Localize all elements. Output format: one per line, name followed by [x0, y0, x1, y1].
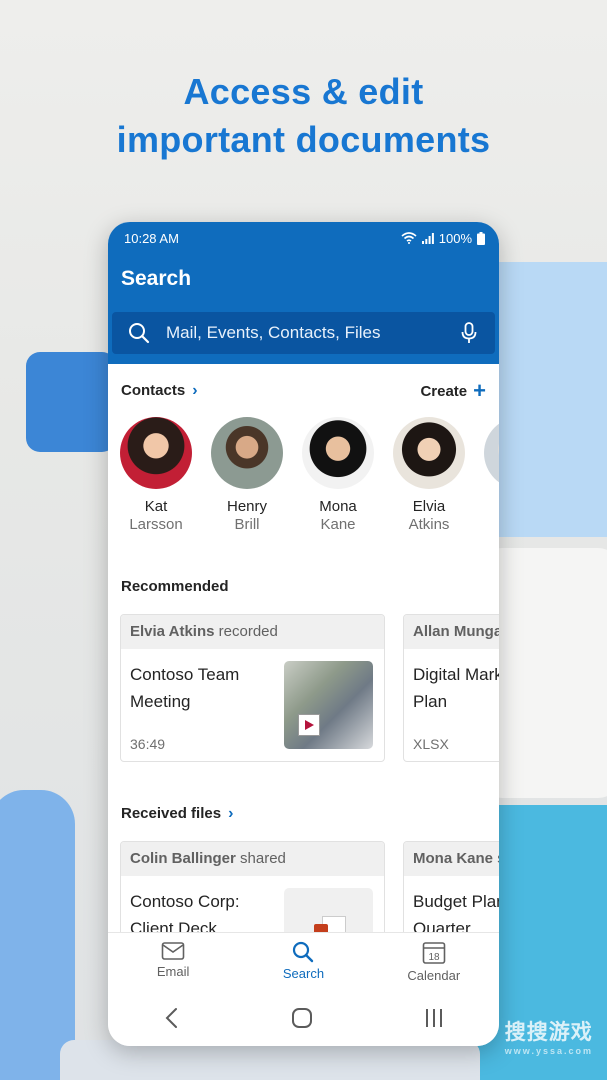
contact-item[interactable]: Mona Kane: [302, 417, 374, 534]
card-action: recorded: [218, 623, 278, 640]
back-icon[interactable]: [164, 1007, 180, 1029]
contact-item[interactable]: Henry Brill: [211, 417, 283, 534]
contact-last-name: Atkins: [408, 516, 450, 533]
card-title: Digital Marketing Plan: [413, 665, 499, 711]
card-person: Allan Munga: [413, 623, 499, 640]
tab-calendar[interactable]: 18 Calendar: [379, 941, 489, 983]
watermark: 搜搜游戏 www.yssa.com: [505, 1016, 593, 1056]
contact-last-name: Kane: [320, 516, 356, 533]
bg-tile-blue-bottom-left: [0, 790, 75, 1080]
system-navigation: [108, 1007, 499, 1029]
tab-search-label: Search: [282, 966, 325, 981]
contact-first-name: Elvia: [412, 498, 446, 515]
recommended-cards: Elvia Atkins recorded Contoso Team Meeti…: [120, 614, 499, 762]
contact-item[interactable]: Elvia Atkins: [393, 417, 465, 534]
avatar: [393, 417, 465, 489]
mail-icon: [161, 942, 185, 960]
avatar: [120, 417, 192, 489]
create-contact-button[interactable]: Create +: [420, 378, 486, 403]
contact-first-name: Kat: [144, 498, 168, 515]
recommended-card[interactable]: Allan Munga Digital Marketing Plan XLSX: [403, 614, 499, 762]
card-person: Mona Kane: [413, 850, 494, 867]
contacts-title-link[interactable]: Contacts ›: [121, 382, 198, 400]
bg-tile-blue-left: [26, 352, 116, 452]
search-bar[interactable]: [112, 312, 495, 354]
contact-last-name: Brill: [234, 516, 260, 533]
video-thumbnail: [284, 661, 373, 749]
avatar: [484, 417, 499, 489]
create-label: Create: [420, 382, 468, 400]
bg-tile-white-right: [480, 548, 607, 798]
wifi-icon: [401, 232, 417, 244]
status-bar: 10:28 AM 100%: [124, 228, 485, 248]
headline-line1: Access & edit: [183, 71, 424, 112]
card-meta: 36:49: [130, 736, 166, 752]
card-header: Elvia Atkins recorded: [121, 615, 384, 649]
recommended-header: Recommended: [121, 578, 486, 595]
card-action: shared: [497, 850, 499, 867]
received-files-title: Received files: [121, 805, 222, 822]
headline: Access & edit important documents: [0, 68, 607, 164]
status-time: 10:28 AM: [124, 230, 179, 246]
card-header: Mona Kane shared: [404, 842, 499, 876]
home-icon[interactable]: [291, 1007, 313, 1029]
recent-apps-icon[interactable]: [424, 1007, 444, 1029]
bottom-navigation: Email Search 18 Calendar: [108, 932, 499, 1046]
contact-item[interactable]: Kat Larsson: [120, 417, 192, 534]
recommended-card[interactable]: Elvia Atkins recorded Contoso Team Meeti…: [120, 614, 385, 762]
tab-email-label: Email: [156, 964, 190, 979]
card-header: Colin Ballinger shared: [121, 842, 384, 876]
bg-tile-gray-bottom: [60, 1040, 480, 1080]
battery-icon: [477, 231, 485, 245]
contact-item-partial[interactable]: [484, 417, 499, 534]
watermark-text: 搜搜游戏: [504, 1021, 593, 1044]
card-action: shared: [240, 850, 286, 867]
search-icon: [129, 323, 150, 344]
chevron-right-icon: ›: [192, 382, 198, 399]
contacts-header: Contacts › Create +: [121, 378, 486, 403]
avatar: [302, 417, 374, 489]
watermark-sub: www.yssa.com: [504, 1046, 593, 1056]
microphone-icon[interactable]: [461, 322, 477, 344]
card-meta: XLSX: [413, 736, 449, 752]
card-person: Elvia Atkins: [130, 623, 215, 640]
search-icon: [293, 941, 314, 963]
chevron-right-icon: ›: [228, 805, 234, 822]
calendar-icon: 18: [422, 942, 446, 964]
card-title: Contoso Team Meeting: [130, 665, 240, 711]
tab-search[interactable]: Search: [248, 941, 358, 983]
signal-icon: [421, 232, 434, 244]
contacts-title: Contacts: [121, 382, 186, 399]
avatar: [211, 417, 283, 489]
received-files-link[interactable]: Received files ›: [121, 805, 233, 823]
app-bar: 10:28 AM 100% Search Mail, Events, Conta…: [108, 222, 499, 364]
video-play-icon: [298, 714, 320, 736]
card-header: Allan Munga: [404, 615, 499, 649]
search-input[interactable]: [166, 323, 451, 343]
page-title: Search: [121, 267, 192, 290]
contact-last-name: Larsson: [129, 516, 183, 533]
battery-percent: 100%: [438, 230, 472, 246]
received-files-header: Received files ›: [121, 805, 486, 823]
contacts-list: Kat Larsson Henry Brill Mona Kane Elvia …: [120, 417, 499, 534]
contact-first-name: Mona: [319, 498, 357, 515]
card-person: Colin Ballinger: [130, 850, 236, 867]
contact-first-name: Henry: [226, 498, 267, 515]
status-indicators: 100%: [401, 231, 485, 246]
plus-icon: +: [473, 378, 486, 403]
tab-email[interactable]: Email: [118, 941, 228, 983]
headline-line2: important documents: [116, 119, 491, 160]
recommended-title: Recommended: [121, 578, 229, 595]
phone-screen: 10:28 AM 100% Search Mail, Events, Conta…: [108, 222, 499, 1046]
calendar-day: 18: [428, 952, 440, 963]
tab-calendar-label: Calendar: [407, 968, 461, 983]
